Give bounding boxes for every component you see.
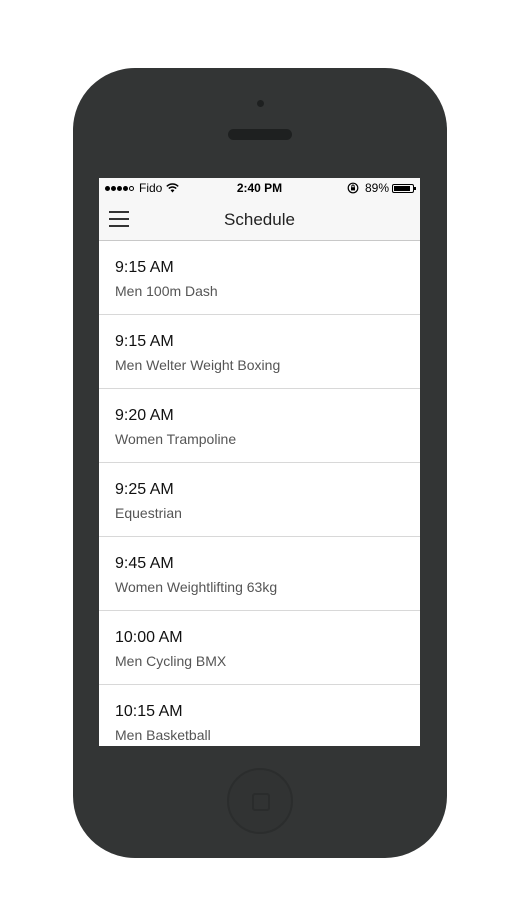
schedule-item-time: 9:45 AM xyxy=(115,555,174,572)
schedule-item-time: 9:15 AM xyxy=(115,333,174,350)
schedule-list: 9:15 AM Men 100m Dash 9:15 AM Men Welter We… xyxy=(99,241,420,746)
schedule-item-event: Women Weightlifting 63kg xyxy=(115,579,278,595)
navigation-bar: Schedule xyxy=(99,198,420,241)
schedule-item-event: Equestrian xyxy=(115,505,182,521)
front-camera xyxy=(257,100,264,107)
schedule-item-time: 10:15 AM xyxy=(115,703,183,720)
schedule-item-time: 9:25 AM xyxy=(115,481,174,498)
earpiece-speaker xyxy=(228,129,292,140)
schedule-item-time: 9:15 AM xyxy=(115,259,174,276)
schedule-item[interactable]: 9:15 AM Men Welter Weight Boxing xyxy=(99,315,420,389)
schedule-item[interactable]: 10:15 AM Men Basketball xyxy=(99,685,420,746)
page-title: Schedule xyxy=(224,210,295,229)
battery-icon xyxy=(392,183,416,193)
schedule-item-event: Men Basketball xyxy=(115,727,211,743)
home-square-icon xyxy=(252,793,270,811)
schedule-item-time: 10:00 AM xyxy=(115,629,183,646)
schedule-item[interactable]: 9:45 AM Women Weightlifting 63kg xyxy=(99,537,420,611)
screen: Fido 2:40 PM 89% Schedule 9:15 AM Men 10… xyxy=(99,178,420,746)
schedule-item[interactable]: 9:25 AM Equestrian xyxy=(99,463,420,537)
battery-percentage: 89% xyxy=(364,181,389,195)
rotation-lock-icon xyxy=(347,182,359,194)
schedule-item-event: Men Welter Weight Boxing xyxy=(115,357,281,373)
schedule-item[interactable]: 9:15 AM Men 100m Dash xyxy=(99,241,420,315)
schedule-item[interactable]: 10:00 AM Men Cycling BMX xyxy=(99,611,420,685)
status-bar: Fido 2:40 PM 89% xyxy=(99,178,420,198)
home-button[interactable] xyxy=(227,768,293,834)
schedule-item-event: Men Cycling BMX xyxy=(115,653,227,669)
schedule-item-time: 9:20 AM xyxy=(115,407,174,424)
schedule-item-event: Women Trampoline xyxy=(115,431,237,447)
schedule-item[interactable]: 9:20 AM Women Trampoline xyxy=(99,389,420,463)
schedule-item-event: Men 100m Dash xyxy=(115,283,218,299)
